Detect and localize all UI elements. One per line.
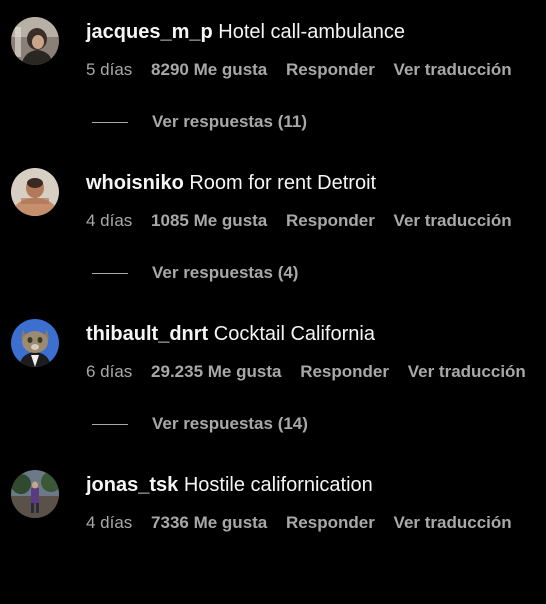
- likes-count[interactable]: 1085 Me gusta: [151, 211, 267, 230]
- timestamp: 5 días: [86, 60, 133, 79]
- avatar[interactable]: [11, 470, 59, 518]
- likes-count[interactable]: 8290 Me gusta: [151, 60, 267, 79]
- view-replies-button[interactable]: Ver respuestas (11): [92, 110, 307, 134]
- view-replies-button[interactable]: Ver respuestas (14): [92, 412, 308, 436]
- comment-item: jonas_tsk Hostile californication 4 días…: [0, 453, 546, 604]
- comment-meta: 6 días 29.235 Me gusta Responder Ver tra…: [86, 360, 540, 384]
- translate-button[interactable]: Ver traducción: [394, 60, 512, 79]
- comment-text: Hotel call-ambulance: [218, 21, 406, 43]
- username-link[interactable]: jonas_tsk: [86, 474, 178, 496]
- comment-item: thibault_dnrt Cocktail California 6 días…: [0, 302, 546, 453]
- divider-line: [92, 121, 128, 123]
- comment-meta: 4 días 7336 Me gusta Responder Ver tradu…: [86, 511, 526, 535]
- username-link[interactable]: jacques_m_p: [86, 21, 213, 43]
- translate-button[interactable]: Ver traducción: [408, 362, 526, 381]
- username-link[interactable]: thibault_dnrt: [86, 323, 208, 345]
- view-replies-label[interactable]: Ver respuestas (14): [152, 412, 308, 436]
- comment-meta: 5 días 8290 Me gusta Responder Ver tradu…: [86, 58, 526, 82]
- divider-line: [92, 272, 128, 274]
- reply-button[interactable]: Responder: [300, 362, 389, 381]
- view-replies-label[interactable]: Ver respuestas (4): [152, 261, 298, 285]
- likes-count[interactable]: 29.235 Me gusta: [151, 362, 281, 381]
- comment-text: Hostile californication: [183, 474, 373, 496]
- comment-line: whoisniko Room for rent Detroit: [86, 169, 376, 197]
- comment-line: jonas_tsk Hostile californication: [86, 471, 373, 499]
- profile-photo-icon: [11, 319, 59, 367]
- view-replies-label[interactable]: Ver respuestas (11): [152, 110, 307, 134]
- timestamp: 4 días: [86, 211, 133, 230]
- comment-text: Room for rent Detroit: [189, 172, 377, 194]
- reply-button[interactable]: Responder: [286, 211, 375, 230]
- profile-photo-icon: [11, 168, 59, 216]
- timestamp: 4 días: [86, 513, 133, 532]
- divider-line: [92, 423, 128, 425]
- comment-meta: 4 días 1085 Me gusta Responder Ver tradu…: [86, 209, 526, 233]
- comment-text: Cocktail California: [213, 323, 375, 345]
- comment-item: jacques_m_p Hotel call-ambulance 5 días …: [0, 0, 546, 151]
- avatar[interactable]: [11, 168, 59, 216]
- likes-count[interactable]: 7336 Me gusta: [151, 513, 267, 532]
- translate-button[interactable]: Ver traducción: [394, 513, 512, 532]
- username-link[interactable]: whoisniko: [86, 172, 184, 194]
- reply-button[interactable]: Responder: [286, 60, 375, 79]
- comment-item: whoisniko Room for rent Detroit 4 días 1…: [0, 151, 546, 302]
- profile-photo-icon: [11, 470, 59, 518]
- translate-button[interactable]: Ver traducción: [394, 211, 512, 230]
- view-replies-button[interactable]: Ver respuestas (4): [92, 261, 298, 285]
- avatar[interactable]: [11, 319, 59, 367]
- timestamp: 6 días: [86, 362, 133, 381]
- comment-line: jacques_m_p Hotel call-ambulance: [86, 18, 405, 46]
- reply-button[interactable]: Responder: [286, 513, 375, 532]
- avatar[interactable]: [11, 17, 59, 65]
- profile-photo-icon: [11, 17, 59, 65]
- comment-line: thibault_dnrt Cocktail California: [86, 320, 375, 348]
